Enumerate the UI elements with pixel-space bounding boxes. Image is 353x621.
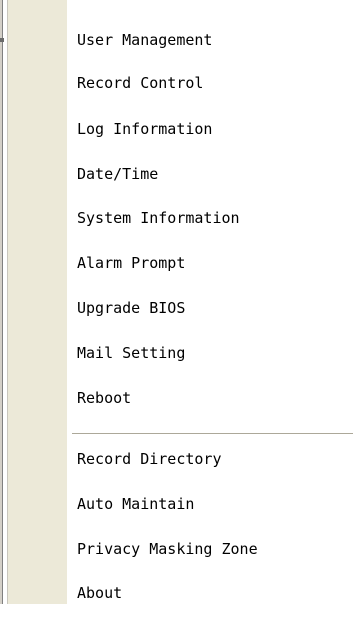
page: User Management Record Control Log Infor… (0, 0, 353, 621)
menu-item-label: Record Control (77, 74, 204, 92)
menu-item-label: Reboot (77, 389, 132, 407)
menu-item-record-directory[interactable]: Record Directory (67, 441, 353, 477)
menu-item-label: Log Information (77, 120, 213, 138)
menu-item-system-information[interactable]: System Information (67, 200, 353, 236)
menu-item-alarm-prompt[interactable]: Alarm Prompt (67, 245, 353, 281)
menu-item-about[interactable]: About (67, 575, 353, 611)
menu-item-label: User Management (77, 31, 213, 49)
menu-item-log-information[interactable]: Log Information (67, 111, 353, 147)
menu-item-label: System Information (77, 209, 240, 227)
menu-item-label: Mail Setting (77, 344, 186, 362)
context-menu: User Management Record Control Log Infor… (7, 0, 353, 604)
menu-item-date-time[interactable]: Date/Time (67, 156, 353, 192)
menu-item-label: About (77, 584, 123, 602)
menu-item-upgrade-bios[interactable]: Upgrade BIOS (67, 290, 353, 326)
menu-item-label: Auto Maintain (77, 495, 195, 513)
menu-item-record-control[interactable]: Record Control (67, 65, 353, 101)
menu-item-label: Privacy Masking Zone (77, 540, 258, 558)
menu-icon-strip (8, 0, 67, 604)
menu-item-label: Upgrade BIOS (77, 299, 186, 317)
menu-item-label: Alarm Prompt (77, 254, 186, 272)
menu-item-privacy-masking-zone[interactable]: Privacy Masking Zone (67, 531, 353, 567)
window-edge (0, 0, 3, 604)
menu-item-reboot[interactable]: Reboot (67, 380, 353, 416)
menu-item-mail-setting[interactable]: Mail Setting (67, 335, 353, 371)
menu-separator (72, 433, 353, 435)
menu-item-label: Date/Time (77, 165, 159, 183)
window-edge-marker (0, 38, 4, 42)
menu-item-auto-maintain[interactable]: Auto Maintain (67, 486, 353, 522)
menu-item-user-management[interactable]: User Management (67, 22, 353, 58)
menu-item-label: Record Directory (77, 450, 222, 468)
